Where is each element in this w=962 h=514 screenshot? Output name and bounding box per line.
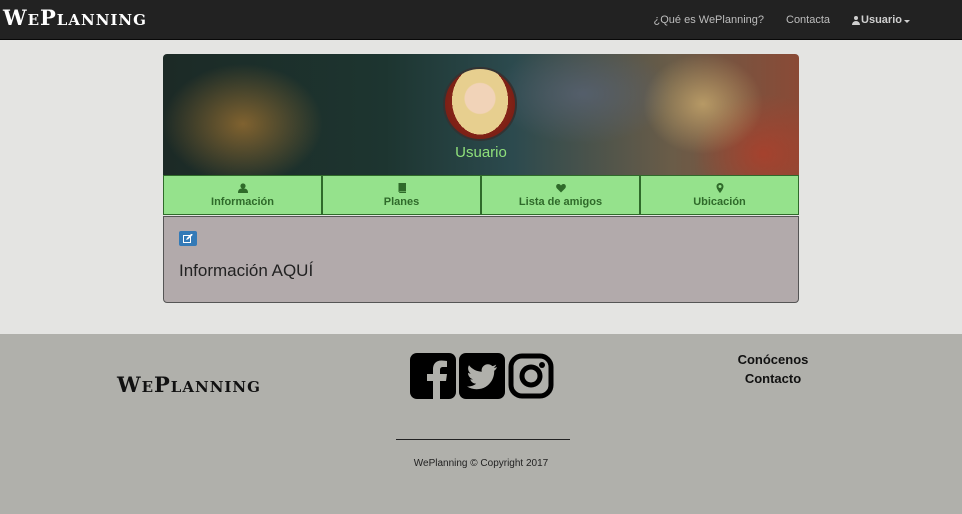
navbar: WePlanning ¿Qué es WePlanning? Contacta … [0,0,962,40]
map-marker-icon [716,182,723,193]
nav-link-contacta[interactable]: Contacta [786,14,830,26]
user-icon [237,182,248,193]
facebook-icon[interactable] [410,353,456,399]
navbar-brand[interactable]: WePlanning [3,5,147,30]
info-text: Información AQUÍ [179,261,314,280]
tab-ubicacion[interactable]: Ubicación [640,175,799,215]
footer-link-conocenos[interactable]: Conócenos [712,352,834,367]
user-dropdown-label: Usuario [861,14,902,26]
user-dropdown[interactable]: Usuario [852,14,910,26]
footer-links: Conócenos Contacto [712,352,834,390]
avatar [443,67,517,141]
tab-label: Ubicación [693,195,746,208]
tab-informacion[interactable]: Información [163,175,322,215]
social-links [410,353,554,399]
user-icon [852,15,861,25]
edit-icon [183,234,193,243]
tab-lista-amigos[interactable]: Lista de amigos [481,175,640,215]
twitter-icon[interactable] [459,353,505,399]
tab-label: Lista de amigos [518,195,603,208]
footer: WePlanning Conócenos Contacto WePlanning… [0,334,962,514]
copyright: WePlanning © Copyright 2017 [413,458,549,469]
profile-username: Usuario [455,144,507,161]
tab-label: Planes [383,195,420,208]
caret-down-icon [904,19,910,23]
footer-link-contacto[interactable]: Contacto [712,371,834,386]
footer-divider [396,439,570,440]
instagram-icon[interactable] [508,353,554,399]
book-icon [398,182,406,193]
tab-planes[interactable]: Planes [322,175,481,215]
edit-button[interactable] [179,231,197,246]
nav-links: ¿Qué es WePlanning? Contacta Usuario [632,0,910,40]
info-panel: Información AQUÍ [163,216,799,303]
profile-header: Usuario [163,54,799,176]
profile-tabs: Información Planes Lista de amigos Ubica… [163,175,799,215]
tab-label: Información [211,195,274,208]
nav-link-que-es[interactable]: ¿Qué es WePlanning? [654,14,764,26]
heart-icon [555,183,566,192]
footer-brand: WePlanning [117,372,261,397]
